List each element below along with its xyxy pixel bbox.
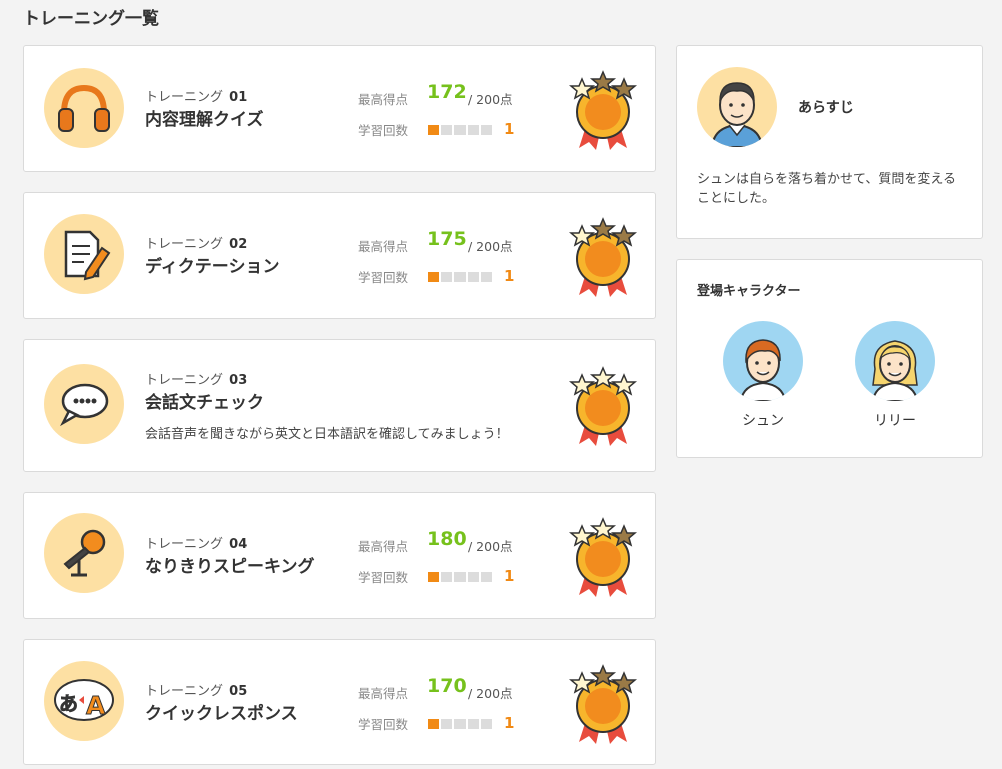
training-name: なりきりスピーキング	[145, 557, 315, 577]
medal-icon	[568, 215, 638, 299]
translate-icon: あ A	[44, 661, 124, 741]
training-card-02[interactable]: トレーニング 02 ディクテーション 最高得点 175 / 200点 学習回数 …	[23, 192, 656, 319]
synopsis-panel: あらすじ シュンは自らを落ち着かせて、質問を変えることにした。	[676, 45, 983, 239]
best-score-label: 最高得点	[358, 92, 409, 107]
medal-icon	[568, 68, 638, 152]
study-count-bar	[428, 125, 493, 135]
max-score: / 200点	[468, 686, 513, 701]
training-name: クイックレスポンス	[145, 704, 298, 724]
characters-heading: 登場キャラクター	[697, 284, 801, 299]
character-name: リリー	[874, 413, 916, 429]
study-count-value: 1	[504, 267, 515, 285]
best-score-value: 175	[427, 228, 467, 250]
synopsis-heading: あらすじ	[798, 100, 854, 116]
svg-text:A: A	[86, 691, 106, 720]
study-count-bar	[428, 572, 493, 582]
study-count-bar	[428, 272, 493, 282]
training-number: 02	[229, 237, 248, 252]
speech-bubble-icon	[44, 364, 124, 444]
best-score-value: 170	[427, 675, 467, 697]
medal-icon	[568, 662, 638, 746]
training-name: ディクテーション	[145, 257, 280, 277]
study-count-value: 1	[504, 567, 515, 585]
training-description: 会話音声を聞きながら英文と日本語訳を確認してみましょう！	[145, 427, 509, 442]
best-score-label: 最高得点	[358, 539, 409, 554]
lily-character-icon	[855, 321, 935, 401]
shun-avatar	[697, 67, 777, 147]
study-count-value: 1	[504, 120, 515, 138]
training-card-05[interactable]: あ A トレーニング 05 クイックレスポンス 最高得点 170 / 200点 …	[23, 639, 656, 765]
training-number: 05	[229, 684, 248, 699]
best-score-label: 最高得点	[358, 239, 409, 254]
max-score: / 200点	[468, 239, 513, 254]
study-count-label: 学習回数	[358, 270, 409, 285]
notepad-pencil-icon	[44, 214, 124, 294]
study-count-label: 学習回数	[358, 570, 409, 585]
study-count-bar	[428, 719, 493, 729]
best-score-label: 最高得点	[358, 686, 409, 701]
study-count-label: 学習回数	[358, 123, 409, 138]
max-score: / 200点	[468, 539, 513, 554]
training-prefix: トレーニング	[145, 237, 224, 252]
best-score-value: 180	[427, 528, 467, 550]
medal-icon	[568, 515, 638, 599]
character-name: シュン	[742, 413, 784, 429]
training-card-01[interactable]: トレーニング 01 内容理解クイズ 最高得点 172 / 200点 学習回数 1	[23, 45, 656, 172]
training-name: 会話文チェック	[145, 393, 264, 413]
character-lily[interactable]: リリー	[855, 321, 935, 430]
training-prefix: トレーニング	[145, 684, 224, 699]
characters-panel: 登場キャラクター シュン リリー	[676, 259, 983, 458]
training-prefix: トレーニング	[145, 537, 224, 552]
training-number: 04	[229, 537, 248, 552]
study-count-label: 学習回数	[358, 717, 409, 732]
svg-text:あ: あ	[59, 693, 78, 715]
training-card-04[interactable]: トレーニング 04 なりきりスピーキング 最高得点 180 / 200点 学習回…	[23, 492, 656, 619]
page-title: トレーニング一覧	[23, 9, 159, 29]
character-shun[interactable]: シュン	[723, 321, 803, 430]
training-number: 01	[229, 90, 248, 105]
training-card-03[interactable]: トレーニング 03 会話文チェック 会話音声を聞きながら英文と日本語訳を確認して…	[23, 339, 656, 472]
synopsis-text: シュンは自らを落ち着かせて、質問を変えることにした。	[697, 172, 956, 206]
medal-icon	[568, 364, 638, 448]
training-prefix: トレーニング	[145, 90, 224, 105]
training-name: 内容理解クイズ	[145, 110, 264, 130]
shun-character-icon	[723, 321, 803, 401]
headphones-icon	[44, 68, 124, 148]
best-score-value: 172	[427, 81, 467, 103]
training-prefix: トレーニング	[145, 373, 224, 388]
microphone-icon	[44, 513, 124, 593]
training-number: 03	[229, 373, 248, 388]
max-score: / 200点	[468, 92, 513, 107]
study-count-value: 1	[504, 714, 515, 732]
